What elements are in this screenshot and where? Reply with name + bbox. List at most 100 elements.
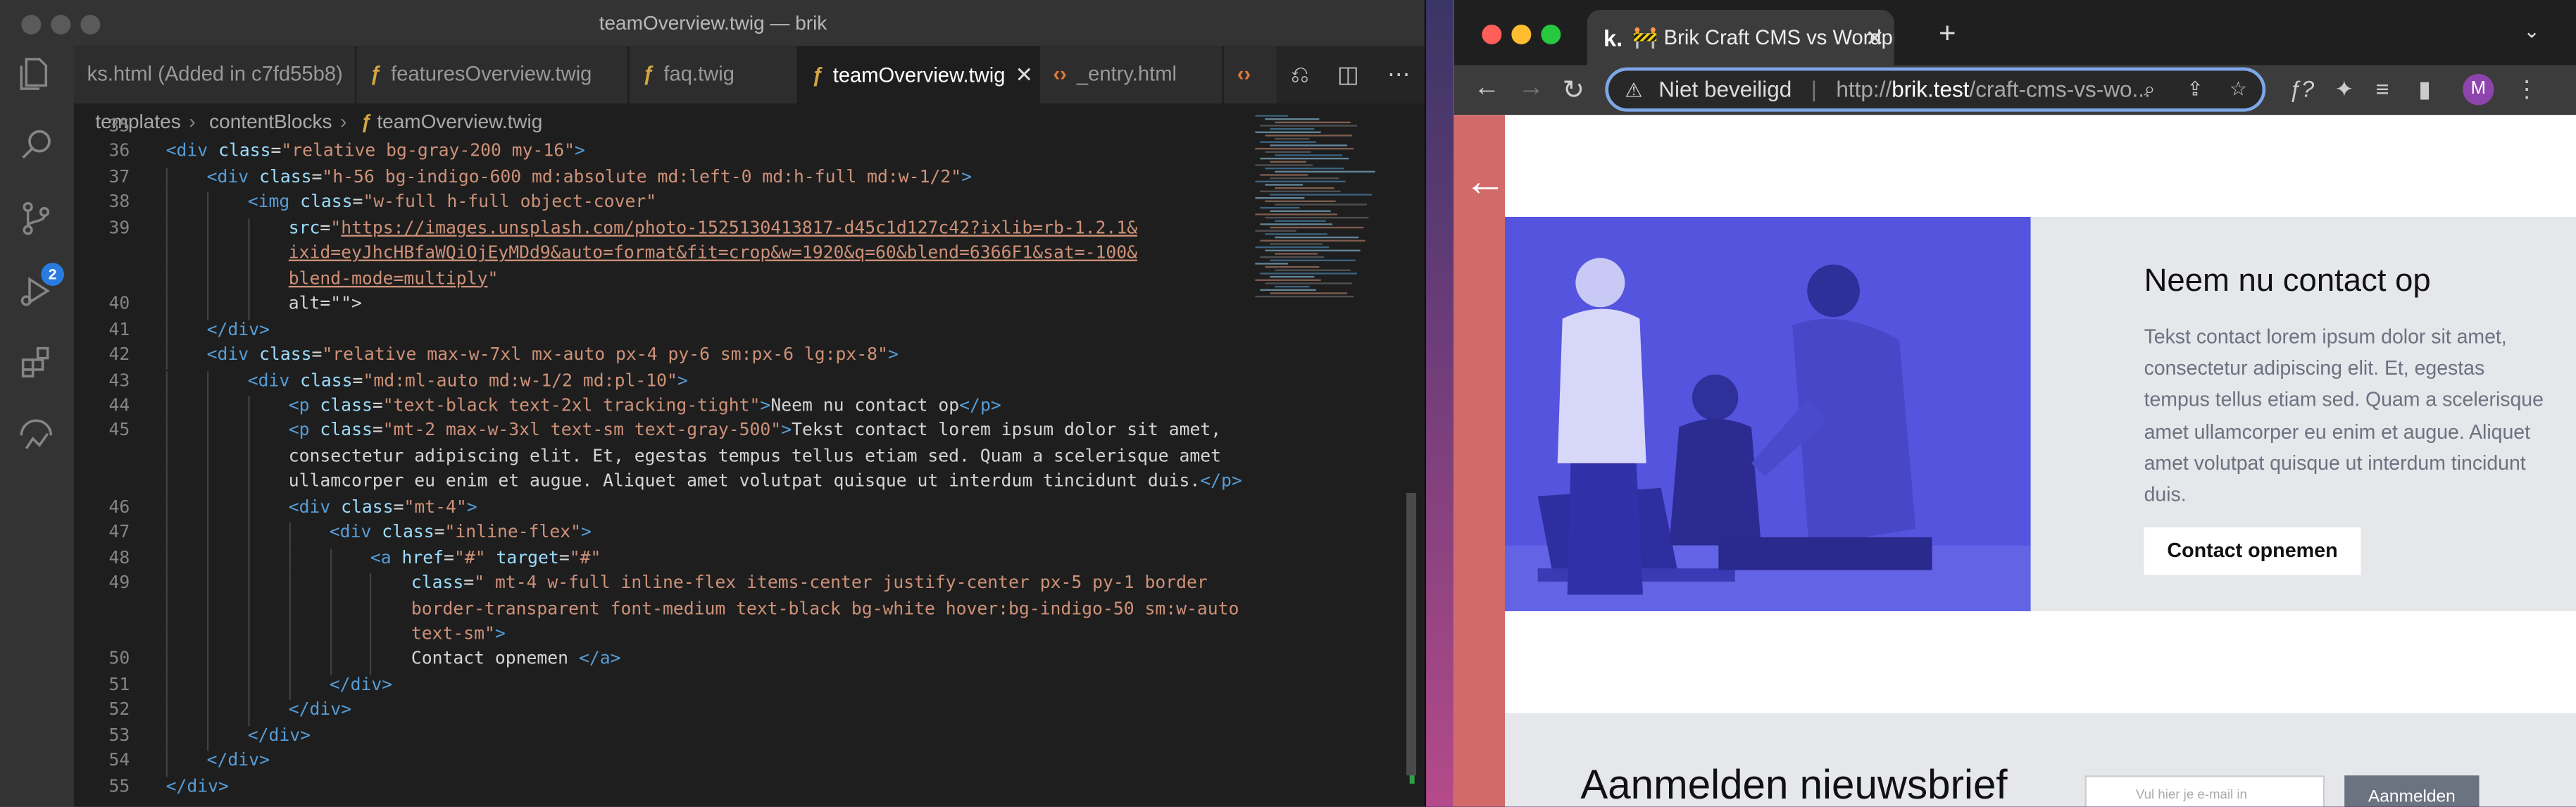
minimap[interactable] [1249, 115, 1406, 312]
tab-label: _entry.html [1076, 62, 1177, 86]
code-line: <div class="md:ml-auto md:w-1/2 md:pl-10… [247, 370, 688, 391]
close-window-button[interactable] [21, 14, 42, 35]
indent-guide [206, 421, 208, 447]
minimap-line [1265, 167, 1344, 170]
close-window-button[interactable] [1482, 24, 1502, 44]
code-editor[interactable]: 35 36 <div class="relative bg-gray-200 my-… [74, 115, 1249, 806]
editor-scrollbar[interactable] [1406, 492, 1417, 776]
url-path: /craft-cms-vs-wo... [1969, 77, 2151, 102]
line-number: 36 [108, 142, 130, 162]
minimap-line [1265, 282, 1353, 284]
vscode-window: teamOverview.twig — brik 2 ks.html (Adde… [0, 0, 1427, 807]
url-scheme: http:// [1836, 77, 1892, 102]
minimap-line [1270, 194, 1373, 196]
indent-guide [206, 192, 208, 218]
close-tab-icon[interactable]: ✕ [1865, 24, 1884, 52]
zoom-icon[interactable]: ⌕ [2144, 70, 2156, 108]
open-changes-icon[interactable]: ⎌ [1291, 61, 1309, 89]
source-control-icon[interactable] [16, 199, 56, 238]
code-line: <div class="mt-4"> [288, 497, 477, 518]
tab-entry-html[interactable]: ‹› _entry.html [1039, 46, 1225, 104]
indent-guide [206, 725, 208, 751]
code-line: src="https://images.unsplash.com/photo-1… [288, 218, 1138, 238]
indent-guide [165, 370, 168, 396]
line-number: 43 [108, 370, 130, 391]
extension-fx-icon[interactable]: ƒ? [2289, 75, 2314, 101]
minimap-line [1275, 170, 1375, 173]
indent-guide [165, 192, 168, 218]
side-panel-icon[interactable]: ▮ [2418, 75, 2431, 104]
minimize-window-button[interactable] [1511, 24, 1532, 44]
indent-guide [165, 725, 168, 751]
indent-guide [247, 446, 250, 473]
newsletter-email-input[interactable]: Vul hier je e-mail in [2084, 775, 2325, 807]
zoom-window-button[interactable] [80, 14, 101, 35]
split-editor-icon[interactable]: ◫ [1337, 61, 1359, 89]
extensions-icon[interactable] [16, 344, 56, 383]
indent-guide [247, 396, 250, 422]
minimap-line [1275, 137, 1310, 140]
reload-icon[interactable]: ↻ [1563, 74, 1584, 107]
browser-menu-icon[interactable]: ⋮ [2515, 75, 2539, 104]
web-page: ← Neem nu contact op Tekst contact lorem… [1453, 115, 2576, 807]
tab-features-overview[interactable]: ƒ featuresOverview.twig [356, 46, 630, 104]
arrow-left-icon[interactable]: ← [1464, 156, 1507, 207]
indent-guide [206, 218, 208, 244]
zoom-window-button[interactable] [1541, 24, 1561, 44]
indent-guide [247, 421, 250, 447]
line-number: 47 [108, 523, 130, 543]
chevron-down-icon[interactable]: ⌄ [2523, 20, 2539, 43]
minimap-line [1270, 127, 1315, 130]
contact-button[interactable]: Contact opnemen [2144, 527, 2361, 575]
minimap-line [1255, 147, 1354, 150]
bookmark-star-icon[interactable]: ☆ [2230, 70, 2247, 108]
url-host: brik.test [1892, 77, 1970, 102]
remote-explorer-icon[interactable] [16, 415, 56, 455]
forward-icon[interactable]: → [1518, 74, 1544, 104]
minimize-window-button[interactable] [51, 14, 71, 35]
address-bar[interactable]: ⚠ Niet beveiligd | http://brik.test/craf… [1605, 67, 2266, 112]
code-line: class=" mt-4 w-full inline-flex items-ce… [411, 573, 1208, 594]
line-number: 51 [108, 675, 130, 695]
minimap-line [1275, 204, 1368, 206]
new-tab-icon[interactable]: + [1939, 16, 1956, 51]
run-debug-icon[interactable] [16, 271, 56, 311]
team-photo [1505, 216, 2031, 611]
line-number: 44 [108, 396, 130, 416]
tab-team-overview[interactable]: ƒ teamOverview.twig ✕ [798, 46, 1040, 104]
newsletter-submit-button[interactable]: Aanmelden [2344, 775, 2480, 807]
indent-guide [329, 573, 332, 599]
line-number: 46 [108, 497, 130, 518]
indent-guide [206, 548, 208, 574]
explorer-icon[interactable] [16, 54, 56, 94]
profile-avatar[interactable]: M [2463, 73, 2494, 106]
indent-guide [165, 573, 168, 599]
back-icon[interactable]: ← [1474, 74, 1500, 104]
share-icon[interactable]: ⇪ [2187, 70, 2203, 108]
indent-guide [165, 675, 168, 701]
search-icon[interactable] [16, 125, 56, 164]
indent-guide [165, 319, 168, 346]
tab-faq[interactable]: ƒ faq.twig [629, 46, 799, 104]
indent-guide [206, 675, 208, 701]
more-actions-icon[interactable]: ⋯ [1387, 61, 1411, 89]
indent-guide [165, 497, 168, 523]
minimap-line [1260, 223, 1333, 225]
twig-icon: ƒ [811, 63, 823, 87]
indent-guide [206, 446, 208, 473]
indent-guide [288, 675, 291, 701]
indent-guide [165, 624, 168, 650]
code-line: <div class="h-56 bg-indigo-600 md:absolu… [206, 167, 973, 187]
tab-ks-html[interactable]: ks.html (Added in c7fd55b8) [73, 46, 357, 104]
browser-tab[interactable]: k. 🚧 Brik Craft CMS vs Wordpress ✕ [1587, 9, 1894, 66]
minimap-line [1265, 216, 1369, 219]
indent-guide [165, 599, 168, 625]
side-panel-red: ← [1453, 115, 1507, 807]
browser-toolbar: ← → ↻ ⚠ Niet beveiligd | http://brik.tes… [1453, 65, 2576, 115]
extensions-puzzle-icon[interactable]: ✦ [2334, 75, 2353, 104]
reading-list-icon[interactable]: ≡ [2376, 75, 2389, 101]
close-tab-icon[interactable]: ✕ [1015, 63, 1032, 87]
minimap-line [1260, 289, 1316, 291]
minimap-line [1265, 233, 1328, 235]
indent-guide [165, 649, 168, 675]
